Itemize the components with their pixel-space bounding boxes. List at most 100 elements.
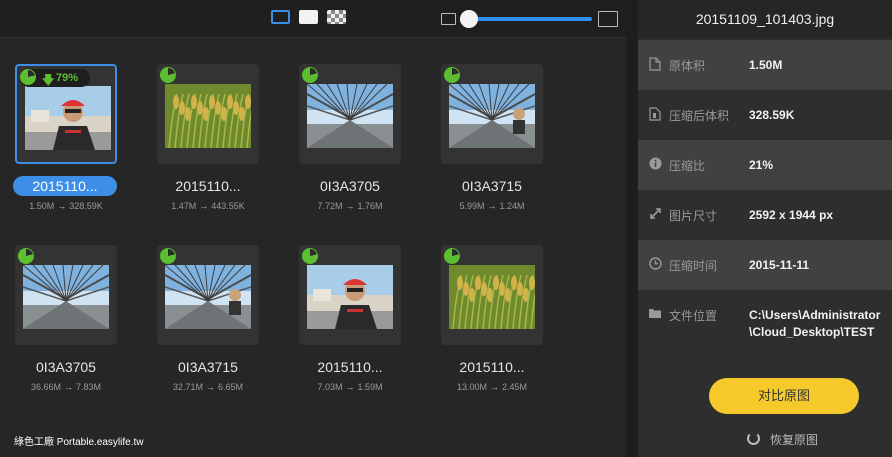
thumbnail[interactable]	[15, 245, 117, 345]
compressed-size: 443.55K	[211, 201, 245, 211]
thumbnail[interactable]	[157, 245, 259, 345]
scrollbar-track[interactable]	[626, 0, 638, 457]
original-size: 5.99M	[459, 201, 485, 211]
size-summary: 7.03M → 1.59M	[279, 382, 421, 392]
thumbnail-image	[307, 265, 393, 329]
row-compressed-size: 压缩后体积 328.59K	[638, 90, 892, 140]
original-size: 1.50M	[29, 201, 55, 211]
app-window: 🡇 79% 2015110... 1.50M → 328.59K 2015110... 1.4…	[0, 0, 892, 457]
image-name: 2015110...	[13, 176, 117, 196]
row-value: 1.50M	[749, 58, 783, 72]
compare-original-button[interactable]: 对比原图	[709, 378, 859, 414]
row-label: 图片尺寸	[669, 209, 718, 223]
compressed-size: 7.83M	[76, 382, 102, 392]
compressed-size: 6.65M	[218, 382, 244, 392]
image-name: 0I3A3705	[320, 178, 380, 194]
zoom-slider-handle[interactable]	[460, 10, 478, 28]
row-value: 2015-11-11	[749, 258, 810, 272]
thumbnail-image	[165, 84, 251, 148]
progress-pie-icon	[444, 248, 460, 264]
arrow-right-icon: →	[199, 201, 209, 211]
original-size: 7.72M	[317, 201, 343, 211]
progress-pie-icon	[18, 248, 34, 264]
image-name: 2015110...	[459, 359, 525, 375]
progress-pie-icon	[302, 67, 318, 83]
size-summary: 13.00M → 2.45M	[421, 382, 563, 392]
arrow-right-icon: →	[345, 201, 355, 211]
arrow-right-icon: →	[64, 382, 73, 392]
thumbnail[interactable]	[299, 245, 401, 345]
compressed-size: 1.59M	[357, 382, 383, 392]
arrow-right-icon: →	[57, 201, 67, 211]
thumbnail-image	[23, 265, 109, 329]
row-ratio: 压缩比 21%	[638, 140, 892, 190]
row-label: 压缩时间	[669, 259, 718, 273]
size-summary: 1.47M → 443.55K	[137, 201, 279, 211]
row-dimensions: 图片尺寸 2592 x 1944 px	[638, 190, 892, 240]
original-size: 7.03M	[317, 382, 343, 392]
image-name: 0I3A3705	[36, 359, 96, 375]
clock-icon	[648, 257, 662, 271]
thumbnail-image	[165, 265, 251, 329]
image-large-icon[interactable]	[598, 11, 618, 27]
progress-pie-icon	[160, 248, 176, 264]
arrow-right-icon: →	[345, 382, 355, 392]
arrow-right-icon: →	[487, 201, 497, 211]
arrow-right-icon: →	[206, 382, 215, 392]
thumbnail-image	[449, 265, 535, 329]
arrow-right-icon: →	[490, 382, 499, 392]
progress-pie-icon	[160, 67, 176, 83]
detail-panel: 20151109_101403.jpg 原体积 1.50M 压缩后体积 328.…	[638, 0, 892, 457]
size-summary: 7.72M → 1.76M	[279, 201, 421, 211]
row-label: 压缩比	[669, 159, 706, 173]
resize-icon	[648, 207, 662, 221]
file-icon	[648, 57, 662, 71]
original-size: 13.00M	[456, 382, 487, 392]
compressed-size: 328.59K	[69, 201, 103, 211]
row-value: 328.59K	[749, 108, 795, 122]
restore-icon	[747, 432, 760, 445]
row-original-size: 原体积 1.50M	[638, 40, 892, 90]
original-size: 32.71M	[172, 382, 203, 392]
row-time: 压缩时间 2015-11-11	[638, 240, 892, 290]
single-view-icon[interactable]	[271, 10, 290, 24]
thumbnail-image	[307, 84, 393, 148]
thumbnail[interactable]	[441, 64, 543, 164]
compare-view-icon[interactable]	[327, 10, 346, 24]
compression-percent: 79%	[56, 72, 79, 84]
size-summary: 32.71M → 6.65M	[137, 382, 279, 392]
progress-pie-icon	[302, 248, 318, 264]
restore-label: 恢复原图	[770, 433, 819, 447]
watermark-text: 綠色工廠 Portable.easylife.tw	[14, 437, 144, 448]
compressed-size: 1.24M	[499, 201, 525, 211]
row-location: 文件位置 C:\Users\Administrator\Cloud_Deskto…	[638, 290, 892, 360]
image-name: 2015110...	[317, 359, 383, 375]
progress-pie-icon	[20, 69, 36, 85]
image-grid: 🡇 79% 2015110... 1.50M → 328.59K 2015110... 1.4…	[0, 39, 626, 457]
toolbar	[0, 0, 626, 38]
arrow-down-icon: 🡇	[42, 73, 55, 87]
row-label: 压缩后体积	[669, 109, 730, 123]
compression-badge: 🡇 79%	[20, 69, 90, 87]
size-summary: 5.99M → 1.24M	[421, 201, 563, 211]
compressed-size: 2.45M	[502, 382, 528, 392]
zoom-slider[interactable]	[466, 17, 592, 21]
info-icon	[648, 157, 662, 171]
size-summary: 1.50M → 328.59K	[0, 201, 137, 211]
thumbnail[interactable]	[299, 64, 401, 164]
thumbnail[interactable]	[441, 245, 543, 345]
original-size: 36.66M	[30, 382, 61, 392]
compressed-file-icon	[648, 107, 662, 121]
full-view-icon[interactable]	[299, 10, 318, 24]
row-value: 2592 x 1944 px	[749, 208, 834, 222]
thumbnail[interactable]: 🡇 79%	[15, 64, 117, 164]
row-label: 文件位置	[669, 309, 718, 323]
thumbnail[interactable]	[157, 64, 259, 164]
progress-pie-icon	[444, 67, 460, 83]
size-summary: 36.66M → 7.83M	[0, 382, 137, 392]
detail-title: 20151109_101403.jpg	[638, 0, 892, 38]
row-value[interactable]: C:\Users\Administrator\Cloud_Desktop\TES…	[749, 307, 889, 341]
thumbnail-image	[25, 86, 111, 150]
image-small-icon[interactable]	[441, 13, 456, 25]
row-label: 原体积	[669, 59, 706, 73]
